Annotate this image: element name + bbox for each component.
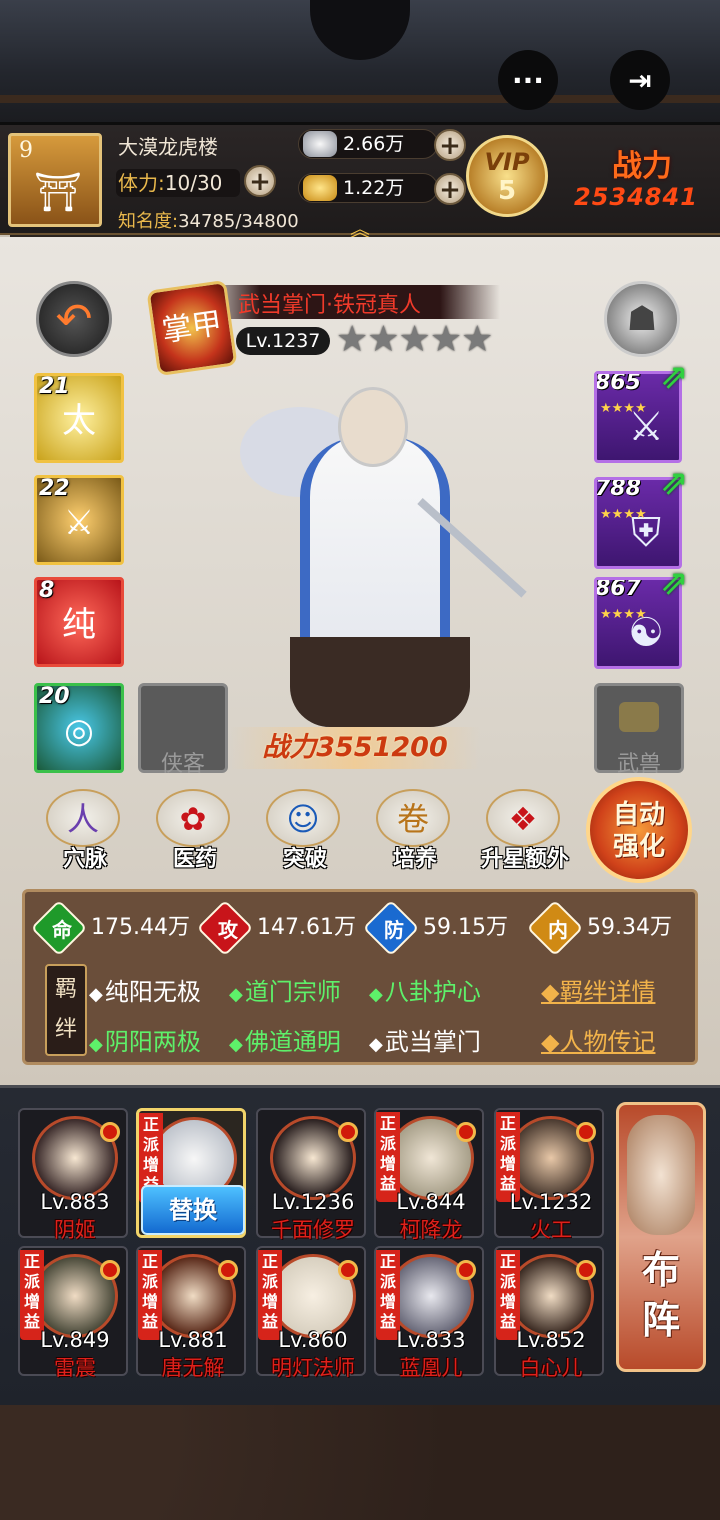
top-bar: ··· ⇥ [0,0,720,125]
skill-slot-4[interactable]: ◎ 20 [34,683,124,773]
hp-icon: 命 [52,918,72,942]
meridian-button[interactable]: 人 穴脉 [30,785,140,875]
attribute-panel: 命 175.44万 攻 147.61万 防 59.15万 内 59.34万 羁绊… [22,889,698,1065]
player-header: 9 ⛩ 大漠龙虎楼 体力:10/30 + 知名度:34785/34800 2.6… [0,125,720,241]
fame-display: 知名度:34785/34800 [118,211,299,232]
scroll-icon: 卷 [376,789,450,847]
upgrade-arrow-icon: ⇗ [660,357,689,397]
warrior-icon: ☗ [626,299,658,339]
silver-display: 2.66万 [298,129,438,159]
hero-portrait-button[interactable]: ☗ [604,281,680,357]
silver-ingot-icon [303,131,337,157]
hero-card[interactable]: 正派增益 Lv.852 白心儿 [494,1246,604,1380]
bond-item: ◆八卦护心 [369,978,481,1006]
medicine-icon: ✿ [156,789,230,847]
bond-item: ◆阴阳两极 [89,1028,201,1056]
replace-button[interactable]: 替换 [141,1185,245,1235]
hero-card[interactable]: 正派增益 Lv.849 雷震 [18,1246,128,1380]
roster-panel: Lv.883 阴姬 正派增益 替换 Lv.1236 千面修罗 正派增益 Lv.8… [0,1085,720,1405]
bond-item: ◆佛道通明 [229,1028,341,1056]
defense-icon: 防 [384,918,404,942]
vip-badge[interactable]: VIP 5 [466,135,548,217]
hero-stars: ★★★★★ [336,319,493,360]
hero-card[interactable]: 正派增益 Lv.1232 火工 [494,1108,604,1242]
player-avatar[interactable]: 9 ⛩ [8,133,102,227]
hero-card[interactable]: Lv.1236 千面修罗 [256,1108,366,1242]
hero-figure[interactable] [220,377,527,747]
medicine-button[interactable]: ✿ 医药 [140,785,250,875]
upgrade-arrow-icon: ⇗ [660,463,689,503]
attr-defense: 防 59.15万 [362,899,508,957]
companion-slot[interactable]: 侠客 [138,683,228,777]
hero-card[interactable]: 正派增益 Lv.860 明灯法师 [256,1246,366,1380]
add-silver-button[interactable]: + [434,129,466,161]
more-button[interactable]: ··· [498,50,558,110]
hero-card[interactable]: 正派增益 Lv.844 柯降龙 [374,1108,484,1242]
hero-level: Lv.1237 [236,327,330,355]
gold-display: 1.22万 [298,173,438,203]
skill-slot-3[interactable]: 纯 8 [34,577,124,667]
footer-pattern [0,1405,720,1520]
add-gold-button[interactable]: + [434,173,466,205]
total-power-label: 战力 [612,149,672,184]
hero-card[interactable]: 正派增益 Lv.833 蓝凰儿 [374,1246,484,1380]
beast-icon [619,702,659,732]
star-up-extra-button[interactable]: ❖ 升星额外 [470,785,580,875]
hero-card[interactable]: 正派增益 Lv.881 唐无解 [136,1246,246,1380]
meridian-icon: 人 [46,789,120,847]
attr-inner: 内 59.34万 [526,899,672,957]
hero-card[interactable]: Lv.883 阴姬 [18,1108,128,1242]
rank-badge: 掌甲 [146,279,238,377]
more-icon: ··· [512,63,544,97]
roof-ornament [310,0,410,60]
skill-slot-1[interactable]: 太 21 [34,373,124,463]
hero-card-selected[interactable]: 正派增益 替换 [136,1108,246,1238]
roof-beam [0,95,720,103]
upgrade-arrow-icon: ⇗ [660,563,689,603]
bond-item: ◆道门宗师 [229,978,341,1006]
stamina-display: 体力:10/30 [116,169,240,197]
attack-icon: 攻 [218,918,238,942]
inner-power-icon: 内 [548,918,568,942]
breakthrough-button[interactable]: ☺ 突破 [250,785,360,875]
formation-button[interactable]: 布阵 [616,1102,706,1372]
biography-link[interactable]: ◆人物传记 [541,1022,655,1057]
add-stamina-button[interactable]: + [244,165,276,197]
hero-power: 战力3551200 [230,727,480,769]
player-name: 大漠龙虎楼 [118,135,218,159]
bond-detail-link[interactable]: ◆羁绊详情 [541,972,655,1007]
player-level: 9 [19,138,33,163]
attr-attack: 攻 147.61万 [196,899,356,957]
skill-slot-2[interactable]: ⚔ 22 [34,475,124,565]
back-button[interactable]: ↶ [36,281,112,357]
pavilion-icon: ⛩ [33,170,83,214]
hero-panel: ↶ 武当掌门·铁冠真人 掌甲 Lv.1237 ★★★★★ ☗ 太 21 ⚔ 22… [0,237,720,1085]
hero-title-banner: 武当掌门·铁冠真人 [200,285,500,319]
formation-heroes-art [627,1115,695,1235]
bond-item: ◆武当掌门 [369,1028,481,1056]
return-arrow-icon: ↶ [55,294,93,345]
beast-slot[interactable]: 武兽 [594,683,684,777]
breakthrough-icon: ☺ [266,789,340,847]
star-up-icon: ❖ [486,789,560,847]
auto-enhance-button[interactable]: 自动 强化 [586,777,692,883]
bond-item: ◆纯阳无极 [89,978,201,1006]
exit-button[interactable]: ⇥ [610,50,670,110]
total-power-value: 2534841 [574,183,698,211]
gold-ingot-icon [303,175,337,201]
exit-icon: ⇥ [628,63,652,97]
train-button[interactable]: 卷 培养 [360,785,470,875]
attr-hp: 命 175.44万 [30,899,190,957]
bond-sign: 羁绊 [45,964,87,1056]
hero-title: 武当掌门·铁冠真人 [238,293,421,318]
